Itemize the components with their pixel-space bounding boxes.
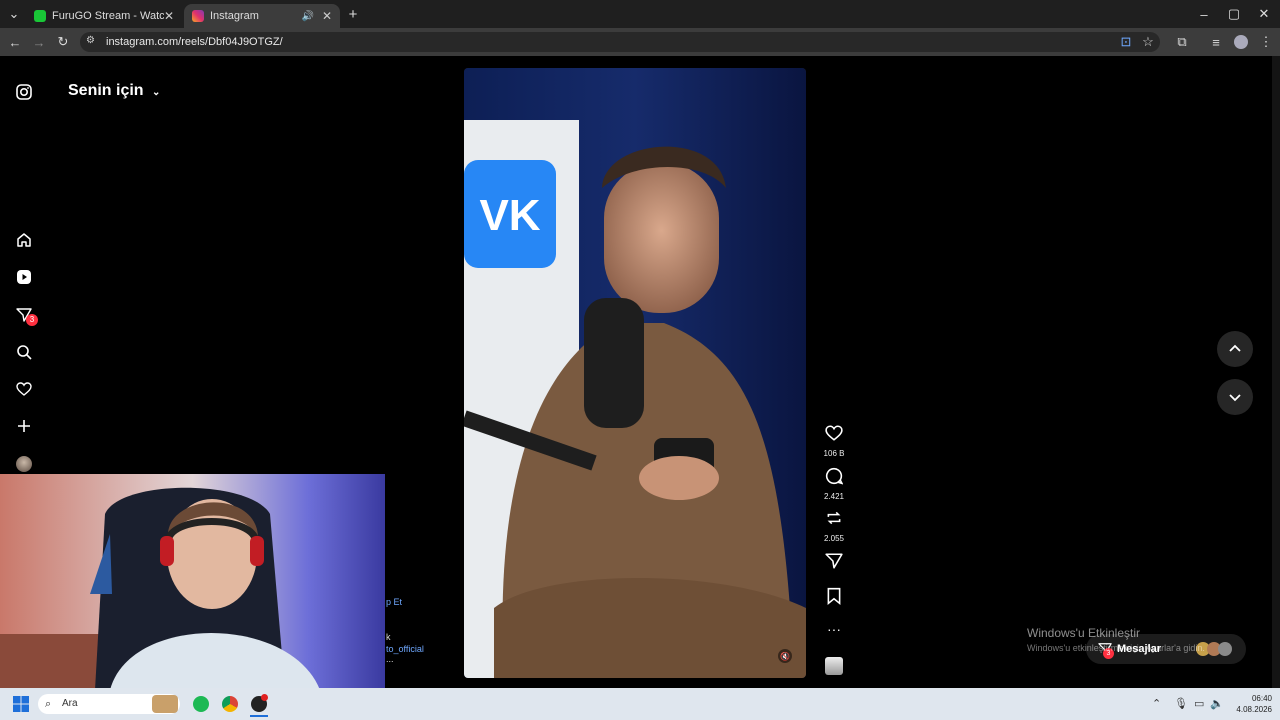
- chevron-up-icon[interactable]: ⌃: [1152, 697, 1161, 710]
- profile-avatar[interactable]: [16, 456, 32, 472]
- svg-text:VK: VK: [479, 191, 540, 240]
- reel-video-frame: VK 🔇: [464, 68, 806, 678]
- windows-start-icon[interactable]: [13, 696, 29, 712]
- activation-title: Windows'u Etkinleştir: [1027, 626, 1140, 640]
- search-placeholder: Ara: [62, 698, 78, 709]
- heart-icon[interactable]: [14, 379, 34, 399]
- follow-fragment[interactable]: p Et: [386, 597, 402, 607]
- minimize-icon[interactable]: –: [1192, 0, 1216, 28]
- menu-icon[interactable]: ⋮: [1254, 28, 1278, 56]
- chevron-down-icon: [1229, 394, 1241, 402]
- instagram-favicon-icon: [192, 10, 204, 22]
- close-tab-icon[interactable]: ✕: [164, 9, 174, 23]
- share-button[interactable]: [822, 552, 846, 575]
- repost-icon: [827, 511, 841, 525]
- tab-search-icon[interactable]: ⌄: [2, 0, 26, 28]
- feed-title: Senin için: [68, 82, 144, 99]
- reels-icon[interactable]: [14, 267, 34, 287]
- audio-thumbnail[interactable]: [825, 657, 843, 675]
- activation-subtitle: Windows'u etkinleştirmek için Ayarlar'a …: [1027, 643, 1205, 653]
- close-tab-icon[interactable]: ✕: [322, 9, 332, 23]
- webcam-overlay: [0, 474, 385, 690]
- search-icon: ⌕: [45, 698, 52, 710]
- tab-instagram[interactable]: Instagram 🔊 ✕: [184, 4, 340, 28]
- reload-icon[interactable]: ↻: [51, 28, 75, 56]
- mention-fragment[interactable]: to_official: [386, 644, 424, 654]
- close-window-icon[interactable]: ✕: [1252, 0, 1276, 28]
- instagram-logo-icon[interactable]: [14, 82, 34, 102]
- share-icon: [825, 553, 843, 569]
- microphone-icon[interactable]: 🎙: [1174, 697, 1188, 710]
- obs-icon[interactable]: [251, 694, 268, 712]
- bookmark-icon: [827, 587, 841, 605]
- active-app-indicator: [250, 715, 268, 717]
- comment-icon: [825, 467, 844, 485]
- bookmark-star-icon[interactable]: ☆: [1136, 28, 1160, 56]
- tab-title: FuruGO Stream - Watch Live or: [52, 10, 164, 22]
- tab-furugo[interactable]: FuruGO Stream - Watch Live or ✕: [26, 4, 182, 28]
- chrome-icon[interactable]: [222, 696, 238, 712]
- create-icon[interactable]: [14, 416, 34, 436]
- extensions-icon[interactable]: ⧉: [1170, 28, 1194, 56]
- comment-count: 2.421: [823, 492, 845, 501]
- speaker-icon[interactable]: 🔊: [302, 11, 314, 22]
- recording-dot-icon: [261, 694, 268, 701]
- clock-date: 4.08.2026: [1236, 705, 1272, 714]
- reel-video[interactable]: VK 🔇: [464, 68, 806, 678]
- more-options-icon[interactable]: ···: [822, 622, 846, 636]
- back-icon[interactable]: ←: [3, 28, 27, 56]
- webcam-frame: [0, 474, 385, 690]
- scrollbar[interactable]: [1272, 56, 1280, 688]
- repost-button[interactable]: 2.055: [822, 509, 846, 543]
- browser-tab-bar: ⌄ FuruGO Stream - Watch Live or ✕ Instag…: [0, 0, 1280, 28]
- chevron-up-icon: [1229, 344, 1241, 352]
- repost-count: 2.055: [823, 534, 845, 543]
- profile-avatar[interactable]: [1234, 35, 1248, 49]
- notification-badge: 3: [26, 314, 38, 326]
- clock-time: 06:40: [1251, 694, 1272, 703]
- comment-button[interactable]: 2.421: [822, 467, 846, 501]
- like-button[interactable]: 106 B: [822, 424, 846, 458]
- maximize-icon[interactable]: ▢: [1222, 0, 1246, 28]
- taskbar-clock[interactable]: 06:40 4.08.2026: [1232, 693, 1272, 715]
- furugo-favicon-icon: [34, 10, 46, 22]
- site-info-icon[interactable]: ⚙: [86, 35, 98, 47]
- caption-fragment: k: [386, 632, 391, 642]
- spotify-icon[interactable]: [193, 696, 209, 712]
- network-icon[interactable]: ▭: [1194, 697, 1204, 710]
- search-icon[interactable]: [14, 342, 34, 362]
- tab-title: Instagram: [210, 10, 259, 22]
- heart-icon: [825, 425, 843, 441]
- search-highlight-icon: [152, 695, 178, 713]
- media-control-icon[interactable]: ≡: [1204, 28, 1228, 56]
- feed-selector[interactable]: Senin için ⌄: [68, 82, 160, 100]
- url-text[interactable]: instagram.com/reels/Dbf04J9OTGZ/: [106, 34, 283, 50]
- install-app-icon[interactable]: ⊡: [1114, 28, 1138, 56]
- save-button[interactable]: [822, 587, 846, 610]
- volume-icon[interactable]: 🔈: [1210, 697, 1224, 710]
- forward-icon[interactable]: →: [27, 28, 51, 56]
- chevron-down-icon: ⌄: [152, 87, 161, 98]
- previous-reel-button[interactable]: [1217, 331, 1253, 367]
- new-tab-button[interactable]: +: [341, 0, 365, 28]
- home-icon[interactable]: [14, 230, 34, 250]
- like-count: 106 B: [823, 449, 845, 458]
- svg-text:🔇: 🔇: [780, 651, 790, 661]
- windows-taskbar: [0, 688, 1280, 720]
- ellipsis-fragment: ...: [386, 654, 394, 664]
- next-reel-button[interactable]: [1217, 379, 1253, 415]
